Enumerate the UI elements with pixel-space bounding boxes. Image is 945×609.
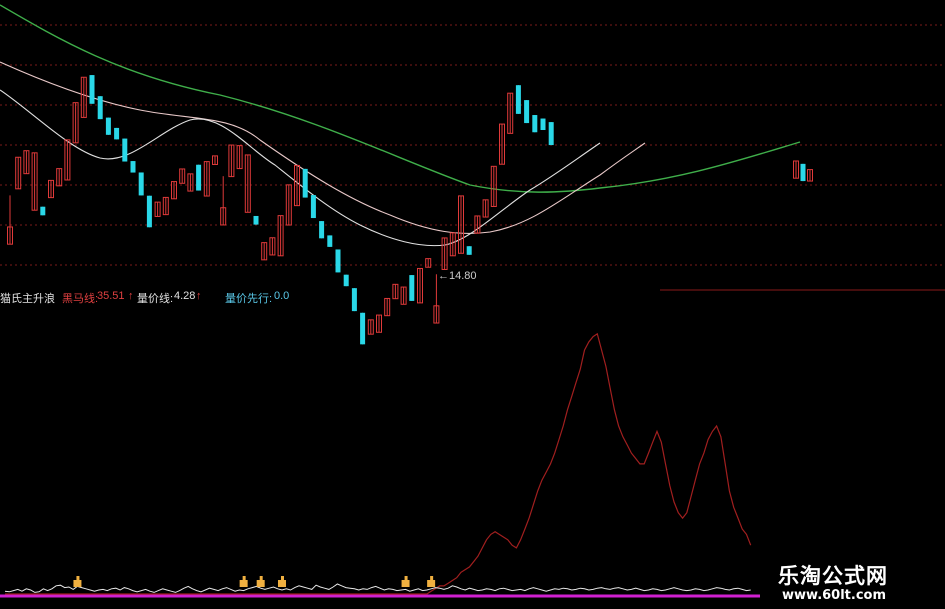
candle-body-down bbox=[515, 85, 521, 114]
signal-marker-icon bbox=[401, 576, 410, 587]
liangjia-label: 量价线: bbox=[137, 293, 174, 305]
candle-body-down bbox=[196, 164, 202, 191]
candle-body-down bbox=[146, 195, 152, 228]
candle-body-down bbox=[343, 274, 349, 287]
candle-body-down bbox=[466, 246, 472, 255]
signal-marker-top bbox=[242, 576, 246, 581]
signal-marker-icon bbox=[277, 576, 286, 587]
liangjia-xianxing-label: 量价先行: bbox=[225, 293, 273, 305]
indicator-panel bbox=[0, 332, 760, 598]
signal-marker-body bbox=[239, 580, 248, 587]
signal-marker-body bbox=[73, 580, 82, 587]
candle-body-down bbox=[138, 172, 144, 196]
low-price-annotation: ←14.80 bbox=[438, 270, 477, 282]
signal-marker-top bbox=[76, 576, 80, 581]
moving-averages bbox=[0, 4, 801, 247]
signal-marker-icon bbox=[73, 576, 82, 587]
signal-marker-body bbox=[256, 580, 265, 587]
heima-arrow-icon: ↑ bbox=[128, 290, 134, 302]
watermark-url: www.60lt.com bbox=[782, 588, 887, 603]
candle-body-down bbox=[130, 161, 136, 173]
ma-mid-line bbox=[0, 61, 646, 234]
candle-body-down bbox=[548, 122, 554, 146]
watermark-title: 乐淘公式网 bbox=[778, 564, 888, 588]
candle-body-down bbox=[540, 118, 546, 131]
signal-marker-icon bbox=[256, 576, 265, 587]
candle-body-down bbox=[114, 127, 120, 140]
candle-body-down bbox=[800, 163, 806, 182]
candle-body-down bbox=[310, 195, 316, 219]
liangjia-value: 4.28 bbox=[174, 290, 196, 302]
signal-marker-top bbox=[259, 576, 263, 581]
signal-marker-icon bbox=[427, 576, 436, 587]
liangjia-line bbox=[4, 583, 751, 593]
candlesticks bbox=[7, 75, 813, 345]
candle-body-down bbox=[409, 275, 415, 301]
heima-value: 35.51 bbox=[97, 290, 125, 302]
candle-body-down bbox=[89, 75, 95, 104]
heima-line bbox=[5, 332, 752, 595]
candle-body-down bbox=[122, 138, 128, 162]
heima-label: 黑马线: bbox=[62, 293, 99, 305]
candle-body-down bbox=[319, 221, 325, 239]
candle-body-down bbox=[335, 249, 341, 273]
signal-marker-top bbox=[404, 576, 408, 581]
liangjia-arrow-icon: ↑ bbox=[196, 290, 202, 302]
candle-body-down bbox=[360, 312, 366, 345]
liangjia-xianxing-value: 0.0 bbox=[274, 290, 290, 302]
candle-body-down bbox=[302, 168, 308, 198]
signal-marker-body bbox=[401, 580, 410, 587]
candle-body-down bbox=[105, 117, 111, 135]
candle-body-down bbox=[253, 215, 259, 225]
candle-body-down bbox=[40, 206, 46, 216]
signal-marker-top bbox=[430, 576, 434, 581]
signal-marker-body bbox=[277, 580, 286, 587]
indicator-title: 猫氏主升浪 bbox=[0, 293, 55, 305]
signal-marker-body bbox=[427, 580, 436, 587]
candle-body-down bbox=[532, 115, 538, 133]
price-grid bbox=[0, 24, 945, 266]
signal-marker-top bbox=[280, 576, 284, 581]
candle-body-down bbox=[327, 235, 333, 247]
ma-long-line bbox=[0, 4, 801, 193]
signal-marker-icon bbox=[239, 576, 248, 587]
candle-body-down bbox=[97, 96, 103, 120]
candle-body-down bbox=[524, 100, 530, 124]
candle-body-down bbox=[351, 288, 357, 312]
